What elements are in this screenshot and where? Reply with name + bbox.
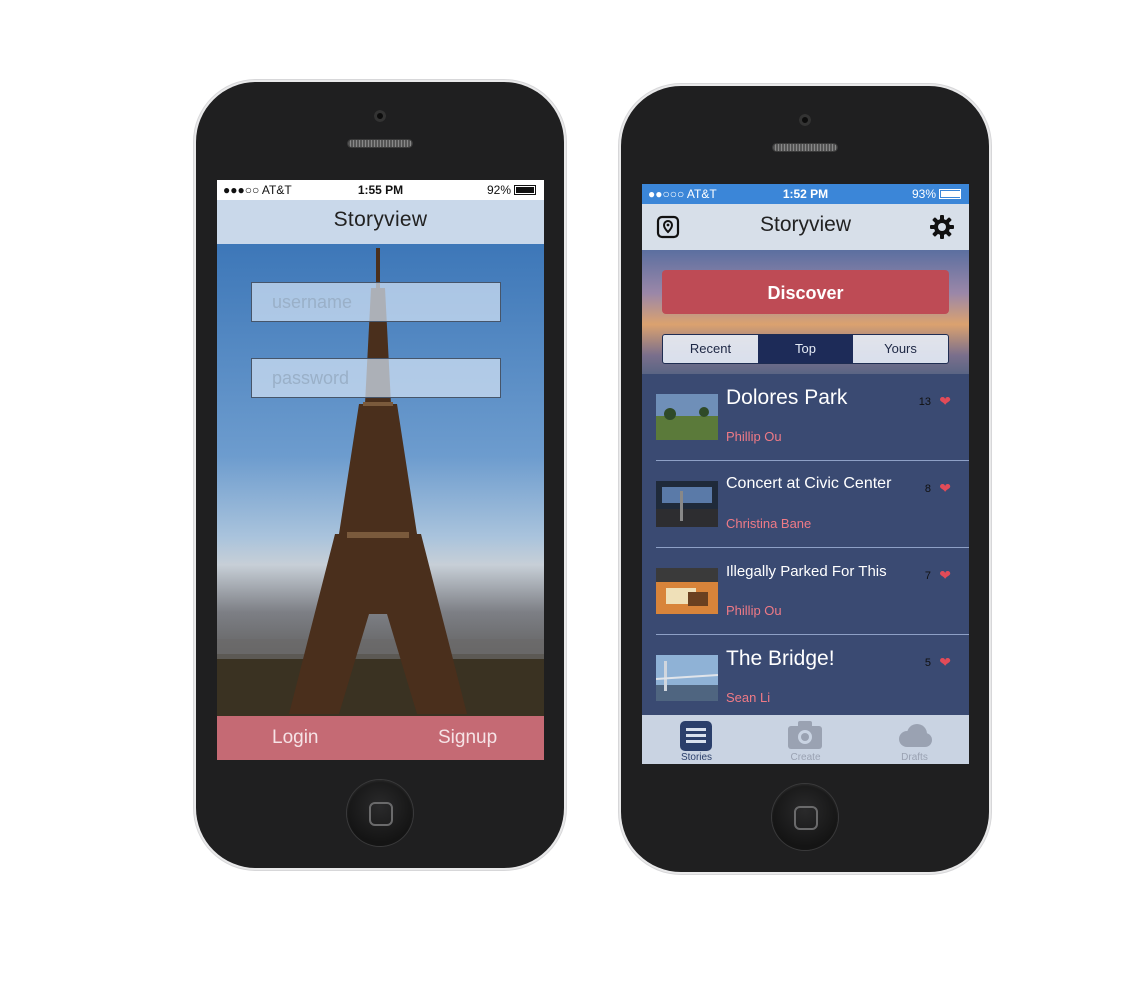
- front-camera: [799, 114, 811, 126]
- app-title: Storyview: [759, 213, 852, 236]
- tab-drafts[interactable]: Drafts: [860, 715, 969, 764]
- phone-login: ●●●○○ AT&T 1:55 PM 92% Storyview usernam…: [196, 82, 564, 868]
- like-count: 13: [918, 396, 931, 408]
- password-input[interactable]: [252, 359, 500, 397]
- story-row[interactable]: Illegally Parked For This Phillip Ou 7 ❤: [642, 548, 969, 635]
- cloud-icon: [899, 724, 932, 747]
- heart-icon[interactable]: ❤: [939, 393, 951, 410]
- status-bar: ●●○○○ AT&T 1:52 PM 93%: [642, 184, 969, 204]
- heart-icon[interactable]: ❤: [939, 654, 951, 671]
- auth-bar: Login Signup: [217, 716, 544, 760]
- battery-indicator: 92%: [487, 183, 536, 197]
- story-author[interactable]: Christina Bane: [726, 516, 811, 531]
- front-camera: [374, 110, 386, 122]
- like-count: 7: [924, 570, 931, 582]
- story-row[interactable]: Dolores Park Phillip Ou 13 ❤: [642, 374, 969, 461]
- story-row[interactable]: Concert at Civic Center Christina Bane 8…: [642, 461, 969, 548]
- camera-icon: [788, 721, 822, 749]
- eiffel-tower-background: [217, 244, 544, 716]
- like-count: 8: [924, 483, 931, 495]
- battery-indicator: 93%: [912, 187, 961, 201]
- segment-top[interactable]: Top: [758, 335, 853, 363]
- story-row[interactable]: The Bridge! Sean Li 5 ❤: [642, 635, 969, 715]
- tab-bar: Stories Create Drafts: [642, 715, 969, 764]
- story-title: Concert at Civic Center: [726, 475, 892, 492]
- tab-stories[interactable]: Stories: [642, 715, 751, 764]
- story-list[interactable]: Dolores Park Phillip Ou 13 ❤ Concert at …: [642, 374, 969, 715]
- home-button[interactable]: [772, 784, 838, 850]
- sort-segmented-control: Recent Top Yours: [662, 334, 949, 364]
- discover-button[interactable]: Discover: [662, 270, 949, 314]
- username-field[interactable]: [251, 282, 501, 322]
- story-author[interactable]: Sean Li: [726, 690, 770, 705]
- earpiece-speaker: [348, 140, 412, 147]
- story-thumbnail: [656, 394, 718, 440]
- tab-create[interactable]: Create: [751, 715, 860, 764]
- gear-icon[interactable]: [929, 214, 955, 240]
- map-pin-icon[interactable]: [656, 215, 680, 239]
- app-title: Storyview: [333, 208, 428, 231]
- phone-feed: ●●○○○ AT&T 1:52 PM 93% Storyview Discove…: [621, 86, 989, 872]
- story-author[interactable]: Phillip Ou: [726, 429, 782, 444]
- home-button[interactable]: [347, 780, 413, 846]
- heart-icon[interactable]: ❤: [939, 567, 951, 584]
- story-title: The Bridge!: [726, 647, 835, 670]
- signup-button[interactable]: Signup: [438, 727, 497, 749]
- battery-icon: [514, 185, 536, 195]
- story-title: Dolores Park: [726, 386, 848, 409]
- segment-recent[interactable]: Recent: [663, 335, 758, 363]
- password-field[interactable]: [251, 358, 501, 398]
- story-thumbnail: [656, 655, 718, 701]
- heart-icon[interactable]: ❤: [939, 480, 951, 497]
- tab-label: Stories: [680, 752, 713, 763]
- username-input[interactable]: [252, 283, 500, 321]
- list-icon: [680, 721, 712, 751]
- tab-label: Drafts: [901, 752, 928, 763]
- feed-screen: ●●○○○ AT&T 1:52 PM 93% Storyview Discove…: [642, 184, 969, 764]
- login-screen: ●●●○○ AT&T 1:55 PM 92% Storyview usernam…: [217, 180, 544, 760]
- login-button[interactable]: Login: [272, 727, 319, 749]
- earpiece-speaker: [773, 144, 837, 151]
- segment-yours[interactable]: Yours: [853, 335, 948, 363]
- sunset-banner: Discover Recent Top Yours: [642, 250, 969, 374]
- story-thumbnail: [656, 568, 718, 614]
- like-count: 5: [924, 657, 931, 669]
- battery-icon: [939, 189, 961, 199]
- story-thumbnail: [656, 481, 718, 527]
- nav-bar: Storyview: [217, 200, 544, 244]
- nav-bar: Storyview: [642, 204, 969, 250]
- tab-label: Create: [790, 752, 821, 763]
- story-author[interactable]: Phillip Ou: [726, 603, 782, 618]
- status-bar: ●●●○○ AT&T 1:55 PM 92%: [217, 180, 544, 200]
- story-title: Illegally Parked For This: [726, 563, 887, 580]
